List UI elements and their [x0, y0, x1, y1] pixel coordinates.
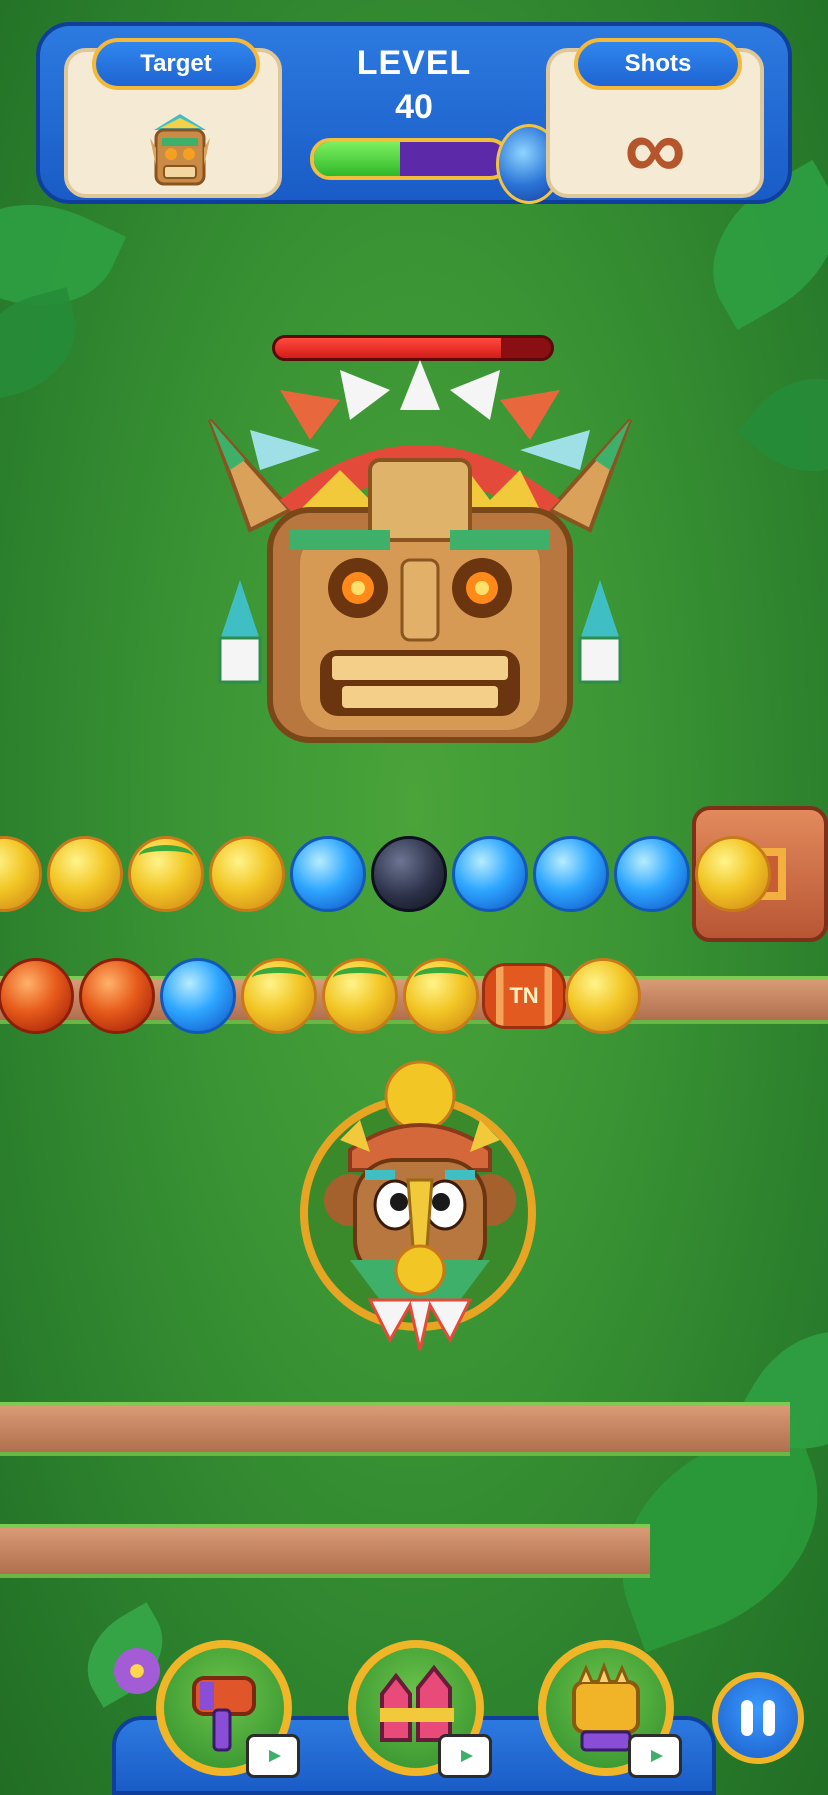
- video-ad-icon: [628, 1734, 682, 1778]
- red-ball: [79, 958, 155, 1034]
- monkey-shooter[interactable]: [310, 1060, 530, 1360]
- yellow-ball: [403, 958, 479, 1034]
- vine-wrap: [414, 967, 468, 989]
- yellow-ball: [128, 836, 204, 912]
- level-progress-fill: [314, 142, 401, 176]
- boss-health-fill: [275, 338, 502, 358]
- next-ball: [394, 1244, 446, 1296]
- blue-ball: [160, 958, 236, 1034]
- yellow-ball: [47, 836, 123, 912]
- blue-ball: [614, 836, 690, 912]
- blue-ball: [533, 836, 609, 912]
- top-hud: Target LEVEL 40 Shots ∞: [36, 22, 792, 204]
- yellow-ball: [322, 958, 398, 1034]
- yellow-ball: [565, 958, 641, 1034]
- booster-rockets[interactable]: [348, 1640, 492, 1778]
- vine-wrap: [139, 845, 193, 867]
- totem-boss[interactable]: [190, 360, 650, 780]
- shots-panel: Shots ∞: [546, 38, 764, 198]
- video-ad-icon: [246, 1734, 300, 1778]
- video-ad-icon: [438, 1734, 492, 1778]
- blue-ball: [452, 836, 528, 912]
- booster-spiked-block[interactable]: [538, 1640, 682, 1778]
- booster-hammer[interactable]: [156, 1640, 300, 1778]
- red-ball: [0, 958, 74, 1034]
- pause-button[interactable]: [712, 1672, 804, 1764]
- yellow-ball: [209, 836, 285, 912]
- track-rail: [0, 1524, 650, 1578]
- level-progress-bar: [310, 138, 510, 180]
- loaded-ball: [384, 1060, 456, 1132]
- yellow-ball: [695, 836, 771, 912]
- vine-wrap: [252, 967, 306, 989]
- infinity-icon: ∞: [624, 101, 686, 197]
- black-ball: [371, 836, 447, 912]
- pause-icon: [741, 1700, 753, 1736]
- shots-label: Shots: [574, 38, 742, 90]
- yellow-ball: [241, 958, 317, 1034]
- track-rail: [0, 1402, 790, 1456]
- flower-decoration: [114, 1648, 160, 1694]
- blue-ball: [290, 836, 366, 912]
- boss-health-bar: [272, 335, 554, 361]
- tnt-barrel: TN: [482, 963, 566, 1029]
- vine-wrap: [333, 967, 387, 989]
